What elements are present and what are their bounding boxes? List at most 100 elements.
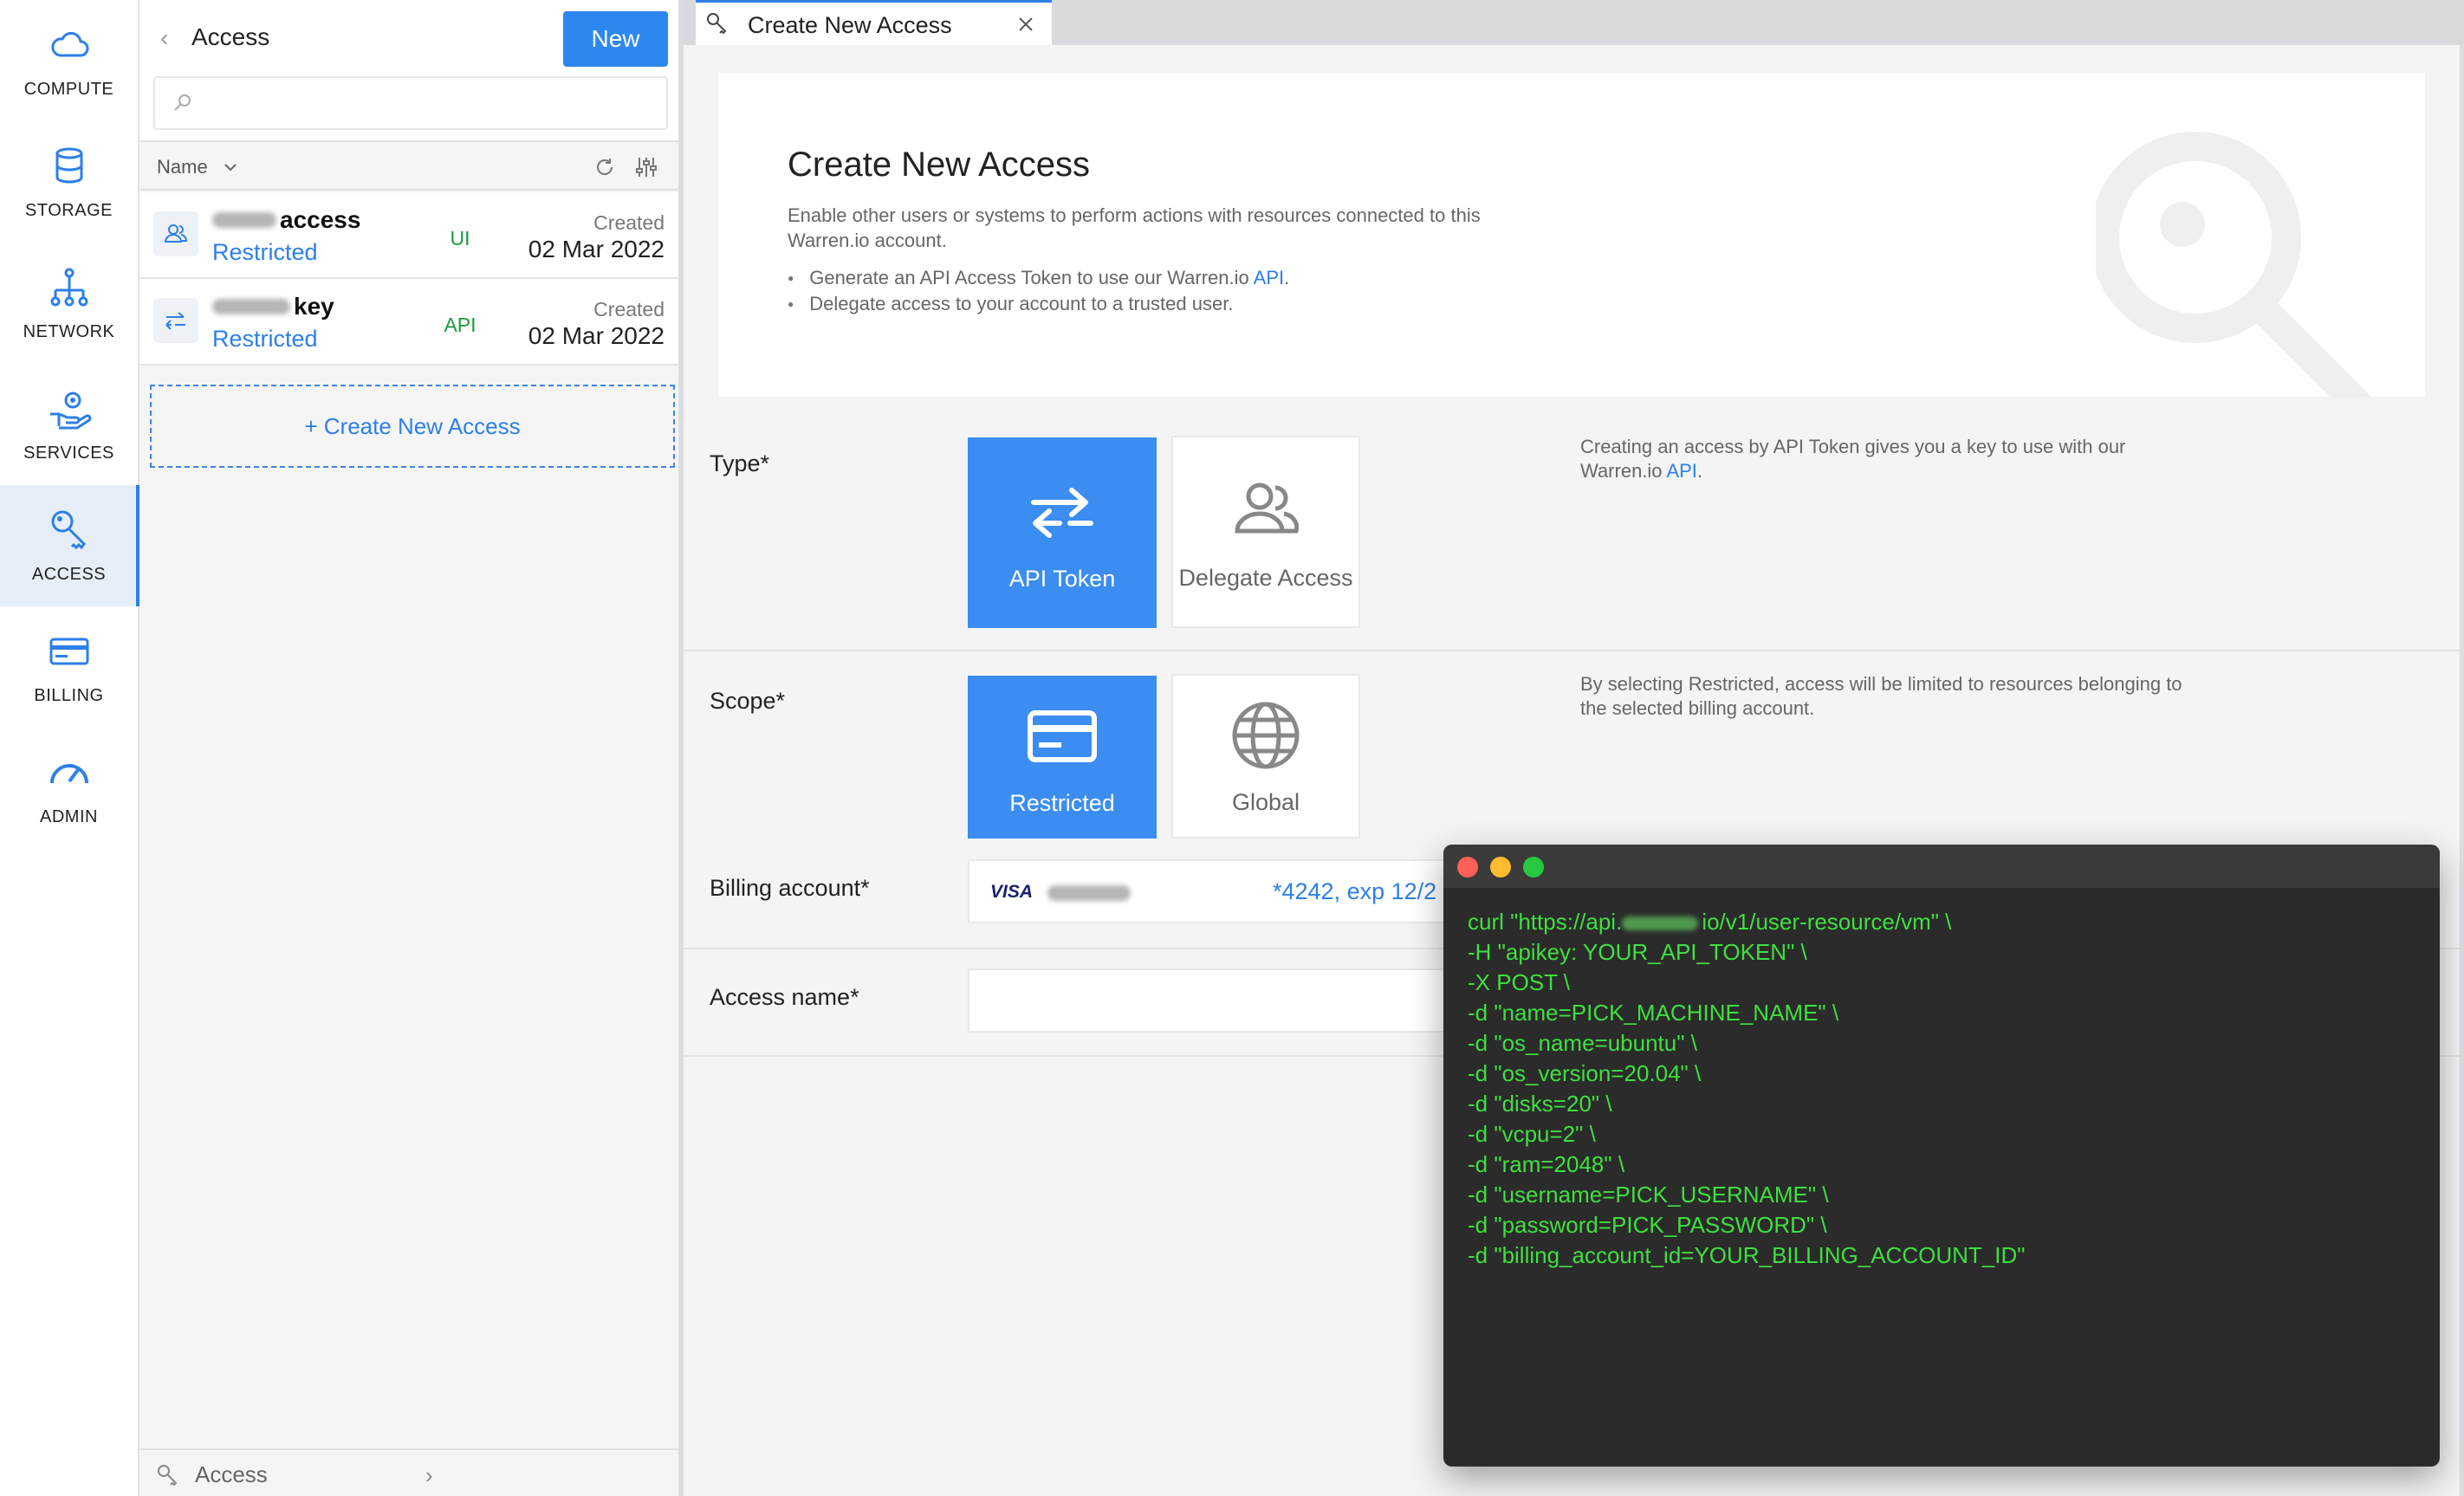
code-line: -d "ram=2048" \ (1468, 1151, 1625, 1177)
code-line: -X POST \ (1468, 969, 1570, 995)
key-icon (158, 1465, 178, 1486)
access-name-text: key (294, 293, 334, 320)
scope-option-global[interactable]: Global (1171, 674, 1360, 839)
scope-help: By selecting Restricted, access will be … (1580, 673, 2182, 719)
nav-label: NETWORK (23, 321, 115, 341)
type-option-delegate-access[interactable]: Delegate Access (1171, 436, 1360, 628)
intro-description: Enable other users or systems to perform… (788, 204, 1481, 251)
redacted-text (1047, 885, 1131, 901)
key-watermark-icon (2096, 132, 2372, 397)
help-text: Creating an access by API Token gives yo… (1580, 436, 2126, 482)
billing-account-select[interactable]: VISA *4242, exp 12/2 (968, 859, 1488, 923)
nav-item-admin[interactable]: ADMIN (0, 728, 138, 849)
zoom-dot-icon[interactable] (1523, 857, 1544, 878)
api-link[interactable]: API (1254, 267, 1284, 288)
terminal-code: curl "https://api. io/v1/user-resource/vm… (1468, 907, 2025, 1271)
sort-name[interactable]: Name (157, 156, 208, 178)
nav-label: STORAGE (25, 200, 113, 220)
card-icon (1028, 710, 1097, 762)
nav-item-compute[interactable]: COMPUTE (0, 0, 138, 121)
network-icon (50, 268, 88, 306)
list-item[interactable]: access Restricted UI Created 02 Mar 2022 (139, 192, 678, 279)
new-button[interactable]: New (563, 11, 668, 67)
intro-bullet: Generate an API Access Token to use our … (788, 265, 1289, 291)
cloud-icon (50, 31, 88, 56)
access-name-input[interactable] (968, 968, 1488, 1033)
chevron-down-icon[interactable] (221, 158, 240, 177)
type-option-api-token[interactable]: API Token (968, 437, 1157, 628)
list-header: ‹ Access New (139, 0, 678, 142)
terminal-titlebar (1443, 845, 2440, 888)
delegate-user-icon (1235, 482, 1300, 534)
bullet-text: Generate an API Access Token to use our … (809, 267, 1254, 288)
tile-label: API Token (1008, 566, 1116, 592)
access-type-badge: API (444, 314, 477, 336)
code-line: -H "apikey: YOUR_API_TOKEN" \ (1468, 939, 1807, 965)
nav-label: BILLING (34, 685, 104, 705)
chevron-right-icon: › (425, 1462, 433, 1488)
help-text: . (1696, 460, 1703, 482)
tile-label: Restricted (1009, 790, 1115, 816)
tab-bar: Create New Access (684, 0, 2464, 45)
scope-label: Scope* (710, 688, 786, 714)
minimize-dot-icon[interactable] (1490, 857, 1511, 878)
code-line: -d "password=PICK_PASSWORD" \ (1468, 1212, 1827, 1238)
key-icon (707, 13, 727, 35)
code-line: -d "vcpu=2" \ (1468, 1121, 1596, 1147)
tile-label: Delegate Access (1178, 565, 1353, 591)
tab-title: Create New Access (748, 12, 952, 38)
access-scope: Restricted (212, 239, 318, 265)
refresh-icon[interactable] (592, 154, 618, 180)
nav-item-storage[interactable]: STORAGE (0, 121, 138, 243)
search-icon (174, 94, 191, 111)
database-icon (55, 147, 82, 183)
back-chevron-icon[interactable]: ‹ (160, 24, 168, 52)
visa-logo: VISA (990, 882, 1034, 902)
divider (2460, 45, 2464, 1496)
close-icon[interactable] (1016, 15, 1035, 34)
created-label: Created (593, 298, 665, 321)
nav-label: ADMIN (40, 806, 98, 826)
nav-item-services[interactable]: SERVICES (0, 364, 138, 485)
create-new-access-button[interactable]: + Create New Access (150, 385, 675, 468)
terminal-window: curl "https://api. io/v1/user-resource/vm… (1443, 845, 2440, 1467)
nav-item-billing[interactable]: BILLING (0, 606, 138, 728)
code-line: curl "https://api. io/v1/user-resource/vm… (1468, 907, 2025, 937)
created-date: 02 Mar 2022 (528, 236, 665, 262)
tab-create-new-access[interactable]: Create New Access (696, 0, 1052, 45)
code-line: -d "billing_account_id=YOUR_BILLING_ACCO… (1468, 1242, 2026, 1268)
access-name-label: Access name* (710, 984, 859, 1010)
access-type-badge: UI (450, 227, 470, 249)
breadcrumb-access[interactable]: Access (195, 1461, 268, 1488)
created-label: Created (593, 211, 665, 234)
billing-account-label: Billing account* (710, 875, 870, 901)
redacted-text (1622, 916, 1699, 931)
list-title: Access (191, 23, 270, 50)
code-text: io/v1/user-resource/vm" \ (1702, 909, 1952, 935)
type-help: Creating an access by API Token gives yo… (1580, 435, 2204, 483)
billing-card-number: *4242, exp 12/2 (1273, 878, 1437, 904)
bullet-text: . (1284, 267, 1290, 288)
redacted-text (212, 299, 290, 314)
api-arrows-icon (153, 298, 198, 343)
search-input[interactable] (153, 76, 668, 130)
code-line: -d "os_version=20.04" \ (1468, 1060, 1702, 1086)
gauge-icon (49, 763, 88, 783)
delegate-user-icon (153, 211, 198, 256)
card-icon (49, 638, 88, 664)
services-icon (49, 392, 91, 429)
key-icon (51, 510, 86, 549)
globe-icon (1232, 702, 1300, 769)
main-nav: COMPUTE STORAGE NETWORK SERVICES ACCESS … (0, 0, 139, 1496)
access-name: access (212, 206, 360, 234)
nav-item-access[interactable]: ACCESS (0, 485, 139, 606)
list-item[interactable]: key Restricted API Created 02 Mar 2022 (139, 279, 678, 366)
filter-sliders-icon[interactable] (633, 154, 659, 180)
nav-label: COMPUTE (23, 79, 114, 99)
created-date: 02 Mar 2022 (528, 322, 665, 349)
scope-option-restricted[interactable]: Restricted (968, 676, 1157, 839)
access-name-text: access (280, 206, 361, 233)
api-link[interactable]: API (1666, 460, 1696, 482)
close-dot-icon[interactable] (1457, 857, 1478, 878)
nav-item-network[interactable]: NETWORK (0, 243, 138, 364)
